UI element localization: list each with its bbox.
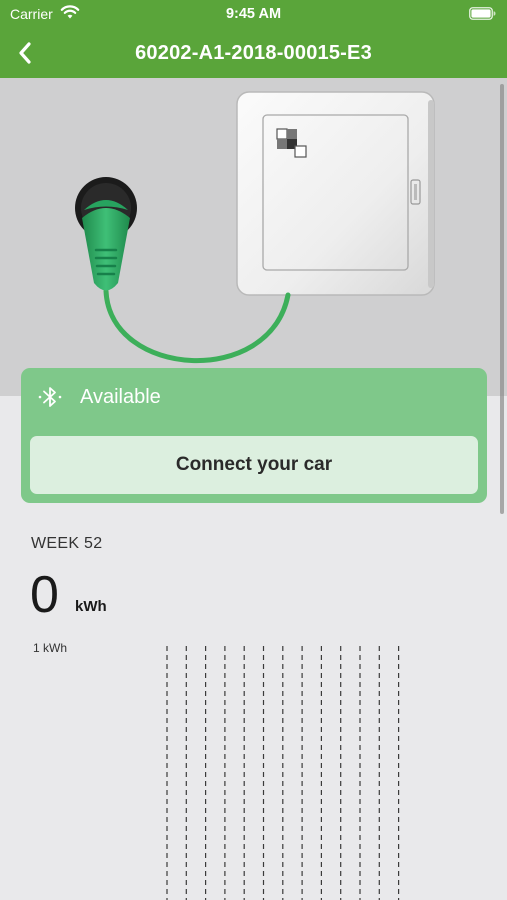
charging-cable	[103, 288, 291, 364]
bluetooth-icon	[38, 387, 62, 407]
charger-illustration	[0, 78, 507, 396]
page-title: 60202-A1-2018-00015-E3	[135, 42, 372, 64]
charger-illustration-image	[75, 91, 435, 364]
clock: 9:45 AM	[225, 6, 282, 22]
status-bar: Carrier 9:45 AM	[0, 0, 507, 30]
charger-status-card: Available Connect your car	[21, 368, 487, 503]
battery-icon	[469, 7, 496, 20]
connect-car-button[interactable]: Connect your car	[30, 436, 478, 494]
energy-unit: kWh	[75, 598, 107, 615]
charging-plug	[75, 177, 137, 291]
week-label: WEEK 52	[31, 535, 103, 552]
back-button[interactable]	[8, 36, 42, 70]
scrollbar[interactable]	[500, 84, 504, 514]
wallbox-charger	[236, 91, 435, 296]
chart-scale-label: 1 kWh	[33, 641, 68, 655]
screen: Carrier 9:45 AM 60202-A1-2018-00015-E3 A…	[0, 0, 507, 900]
charger-status-text: Available	[80, 386, 161, 408]
navigation-bar: 60202-A1-2018-00015-E3	[0, 30, 507, 78]
weekly-energy-chart	[166, 646, 400, 900]
chevron-left-icon	[19, 42, 31, 64]
energy-value: 0	[30, 566, 59, 624]
